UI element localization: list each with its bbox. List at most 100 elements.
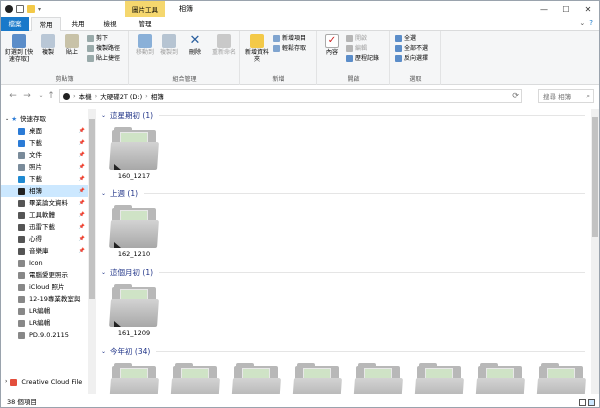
folder-item[interactable]: 162_1210 xyxy=(105,202,163,258)
folder-item[interactable] xyxy=(166,360,224,394)
edit-button[interactable]: 編輯 xyxy=(346,44,367,53)
folder-thumbnail-icon xyxy=(109,360,159,394)
group-divider xyxy=(159,271,585,273)
sidebar-item[interactable]: 工具軟體 📌 xyxy=(1,209,88,221)
help-icon[interactable]: ? xyxy=(589,19,593,27)
folder-icon xyxy=(18,211,25,219)
tab-share[interactable]: 共用 xyxy=(63,17,93,31)
folder-item[interactable] xyxy=(227,360,285,394)
content-scrollbar-thumb[interactable] xyxy=(592,117,598,237)
new-item-button[interactable]: 新增項目 xyxy=(273,34,306,43)
pin-icon: 📌 xyxy=(78,176,85,182)
up-arrow-icon[interactable]: ↑ xyxy=(45,90,57,102)
quick-access-header[interactable]: ⌄ ★ 快速存取 xyxy=(5,113,92,125)
clipboard-group: 釘選到 [快速存取] 複製 貼上 剪下 複製路徑 貼上捷徑 剪貼簿 xyxy=(1,31,129,85)
rename-icon xyxy=(217,34,231,48)
group-header[interactable]: ⌄ 這個月初 (1) xyxy=(99,266,589,278)
content-scrollbar[interactable] xyxy=(591,109,599,394)
open-button[interactable]: 開啟 xyxy=(346,34,367,43)
copy-to-button[interactable]: 複製到 xyxy=(158,34,180,56)
pin-quick-access-button[interactable]: 釘選到 [快速存取] xyxy=(4,34,34,63)
paste-button[interactable]: 貼上 xyxy=(61,34,83,56)
breadcrumb-drive[interactable]: 大硬碟2T (D:) xyxy=(100,91,142,101)
close-button[interactable]: ✕ xyxy=(577,1,599,17)
sidebar-item[interactable]: 下載 📌 xyxy=(1,137,88,149)
folder-thumbnail-icon xyxy=(475,360,525,394)
customize-toolbar-icon[interactable]: ▾ xyxy=(38,6,41,13)
copy-path-button[interactable]: 複製路徑 xyxy=(87,44,120,53)
folder-item[interactable] xyxy=(349,360,407,394)
easy-access-button[interactable]: 輕鬆存取 xyxy=(273,44,306,53)
select-none-button[interactable]: 全部不選 xyxy=(395,44,428,53)
nav-scrollbar-thumb[interactable] xyxy=(89,119,95,299)
select-all-button[interactable]: 全選 xyxy=(395,34,416,43)
delete-button[interactable]: ✕ 刪除 xyxy=(184,34,206,57)
sidebar-item[interactable]: 相簿 📌 xyxy=(1,185,88,197)
paste-shortcut-button[interactable]: 貼上捷徑 xyxy=(87,54,120,63)
search-box[interactable]: 搜尋 相簿 ⌕ xyxy=(538,89,594,103)
sidebar-item[interactable]: LR編輯 xyxy=(1,317,88,329)
tab-file[interactable]: 檔案 xyxy=(1,17,29,31)
sidebar-item[interactable]: 心得 📌 xyxy=(1,233,88,245)
sidebar-item[interactable]: 桌面 📌 xyxy=(1,125,88,137)
sidebar-item[interactable]: LR編輯 xyxy=(1,305,88,317)
nav-scrollbar[interactable] xyxy=(88,109,96,394)
minimize-button[interactable]: — xyxy=(533,1,555,17)
rename-button[interactable]: 重新命名 xyxy=(210,34,238,56)
invert-selection-button[interactable]: 反向選擇 xyxy=(395,54,428,63)
folder-item[interactable] xyxy=(410,360,468,394)
maximize-button[interactable]: ☐ xyxy=(555,1,577,17)
forward-arrow-icon[interactable]: → xyxy=(21,90,33,102)
large-icons-view-icon[interactable] xyxy=(588,399,595,406)
sidebar-item-label: PD.9.0.2115 xyxy=(29,331,69,339)
sidebar-item[interactable]: PD.9.0.2115 xyxy=(1,329,88,341)
folder-item[interactable]: 160_1217 xyxy=(105,124,163,180)
paste-icon xyxy=(65,34,79,48)
folder-item[interactable] xyxy=(532,360,589,394)
sidebar-item[interactable]: 文件 📌 xyxy=(1,149,88,161)
sidebar-item[interactable]: iCloud 照片 xyxy=(1,281,88,293)
address-bar[interactable]: › 本機 › 大硬碟2T (D:) › 相簿 ⟳ xyxy=(59,89,522,103)
group-divider xyxy=(159,114,585,116)
properties-icon[interactable] xyxy=(16,5,24,13)
folder-icon xyxy=(18,235,25,243)
folder-item[interactable] xyxy=(288,360,346,394)
open-group: ✓ 內容 開啟 編輯 歷程記錄 開啟 xyxy=(318,31,390,85)
new-folder-icon[interactable] xyxy=(27,5,35,13)
cut-button[interactable]: 剪下 xyxy=(87,34,108,43)
properties-button[interactable]: ✓ 內容 xyxy=(321,34,343,56)
breadcrumb-this-pc[interactable]: 本機 xyxy=(79,91,92,101)
sidebar-item-label: 下載 xyxy=(29,139,42,147)
refresh-icon[interactable]: ⟳ xyxy=(512,91,519,100)
creative-cloud-item[interactable]: › Creative Cloud File xyxy=(5,376,92,388)
sidebar-item[interactable]: 12-19專業教室與 xyxy=(1,293,88,305)
sidebar-item[interactable]: 下載 📌 xyxy=(1,173,88,185)
sidebar-item-label: 音樂庫 xyxy=(29,247,49,255)
sidebar-item[interactable]: 音樂庫 📌 xyxy=(1,245,88,257)
breadcrumb-album[interactable]: 相簿 xyxy=(151,91,164,101)
file-list: ⌄ 這星期初 (1) 160_1217 ⌄ 上週 (1) 162_1210 ⌄ 這個月初 (1… xyxy=(99,109,589,394)
sidebar-item[interactable]: 迅雷下載 📌 xyxy=(1,221,88,233)
folder-thumbnail-icon xyxy=(109,281,159,327)
folder-item[interactable]: 161_1209 xyxy=(105,281,163,337)
group-header[interactable]: ⌄ 上週 (1) xyxy=(99,187,589,199)
copy-button[interactable]: 複製 xyxy=(37,34,59,56)
group-header[interactable]: ⌄ 這星期初 (1) xyxy=(99,109,589,121)
folder-item[interactable] xyxy=(471,360,529,394)
details-view-icon[interactable] xyxy=(579,399,586,406)
sidebar-item[interactable]: 電腦愛更照示 xyxy=(1,269,88,281)
collapse-ribbon-icon[interactable]: ⌄ xyxy=(579,19,585,27)
pin-icon: 📌 xyxy=(78,212,85,218)
history-button[interactable]: 歷程記錄 xyxy=(346,54,379,63)
back-arrow-icon[interactable]: ← xyxy=(7,90,19,102)
move-to-button[interactable]: 移動到 xyxy=(134,34,156,56)
sidebar-item[interactable]: 照片 📌 xyxy=(1,161,88,173)
folder-item[interactable] xyxy=(105,360,163,394)
new-folder-button[interactable]: 新增資料夾 xyxy=(245,34,269,63)
group-header[interactable]: ⌄ 今年初 (34) xyxy=(99,345,589,357)
sidebar-item[interactable]: 畢業論文資料 📌 xyxy=(1,197,88,209)
tab-home[interactable]: 常用 xyxy=(31,17,61,32)
tab-view[interactable]: 檢視 xyxy=(95,17,125,31)
sidebar-item[interactable]: Icon xyxy=(1,257,88,269)
tab-manage[interactable]: 管理 xyxy=(127,17,163,31)
